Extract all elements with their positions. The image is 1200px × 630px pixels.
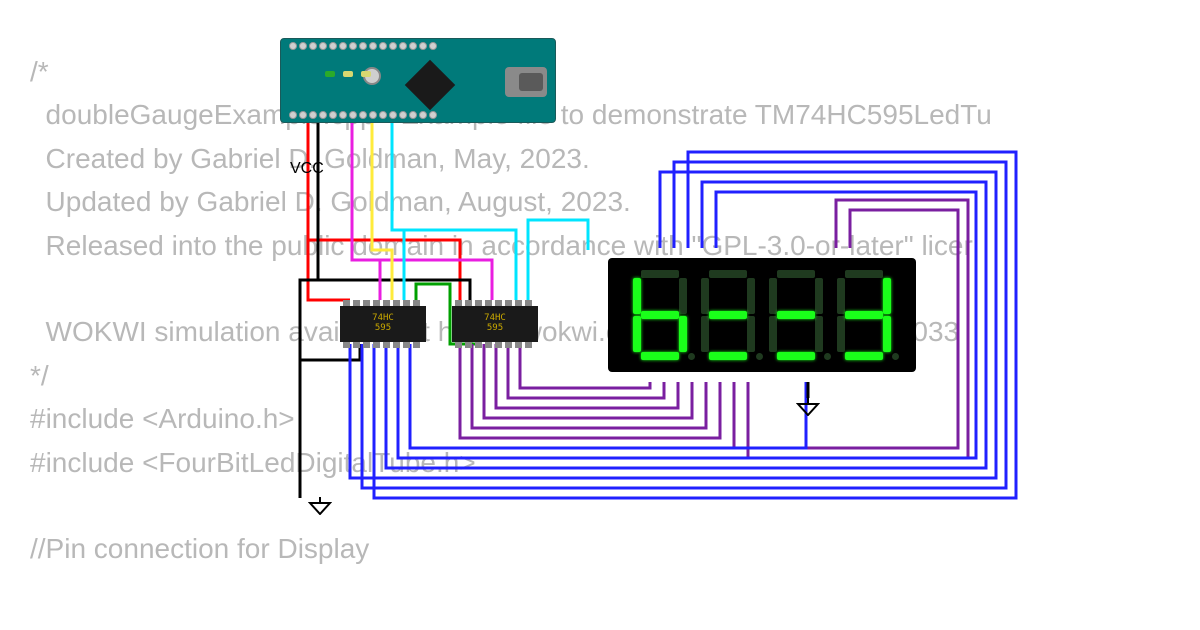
wire-clk-bridge xyxy=(528,220,588,300)
wire-digit-1 xyxy=(460,344,720,438)
wire-data xyxy=(372,122,392,300)
wire-latch-1 xyxy=(352,122,380,300)
wiring-layer xyxy=(0,0,1200,630)
wire-seg-c xyxy=(374,152,1016,498)
wire-digit-6 xyxy=(520,344,650,388)
wire-seg-d xyxy=(386,182,986,468)
wire-digit-top-a xyxy=(734,210,958,448)
wire-clock-1 xyxy=(392,122,404,300)
wire-vcc xyxy=(308,122,350,300)
wire-digit-5 xyxy=(508,344,664,398)
wire-digit-top-b xyxy=(748,200,968,458)
